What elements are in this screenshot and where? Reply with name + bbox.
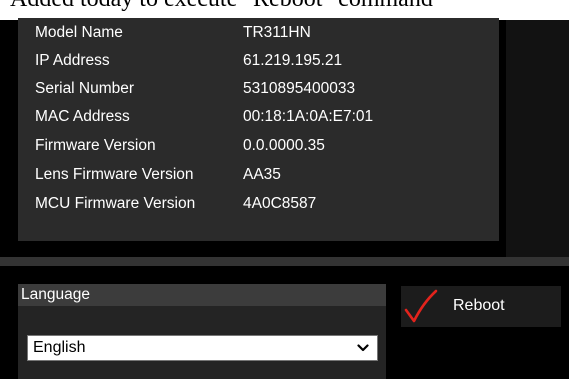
device-info-panel: Model Name TR311HN IP Address 61.219.195… <box>18 18 499 241</box>
mac-address-label: MAC Address <box>35 108 130 125</box>
firmware-version-label: Firmware Version <box>35 137 156 154</box>
model-name-value: TR311HN <box>243 24 311 41</box>
info-row-serial-number: Serial Number 5310895400033 <box>35 80 475 100</box>
info-row-firmware-version: Firmware Version 0.0.0000.35 <box>35 137 475 157</box>
language-selected-value: English <box>33 339 86 356</box>
mcu-firmware-version-label: MCU Firmware Version <box>35 195 196 212</box>
red-check-icon <box>404 289 438 323</box>
mcu-firmware-version-value: 4A0C8587 <box>243 195 317 212</box>
ip-address-value: 61.219.195.21 <box>243 52 343 69</box>
reboot-button[interactable]: Reboot <box>401 286 561 327</box>
serial-number-label: Serial Number <box>35 80 135 97</box>
ip-address-label: IP Address <box>35 52 110 69</box>
info-row-ip-address: IP Address 61.219.195.21 <box>35 52 475 72</box>
chevron-down-icon <box>357 344 369 352</box>
serial-number-value: 5310895400033 <box>243 80 356 97</box>
info-row-model-name: Model Name TR311HN <box>35 24 475 44</box>
language-header: Language <box>18 284 386 306</box>
annotation-caption: Added today to execute "Reboot" command <box>10 0 433 13</box>
right-side-panel <box>506 20 569 257</box>
model-name-label: Model Name <box>35 24 123 41</box>
info-row-mcu-firmware-version: MCU Firmware Version 4A0C8587 <box>35 195 475 215</box>
device-settings-page: Added today to execute "Reboot" command … <box>0 0 569 379</box>
info-row-mac-address: MAC Address 00:18:1A:0A:E7:01 <box>35 108 475 128</box>
reboot-label: Reboot <box>453 297 505 314</box>
language-select[interactable]: English <box>27 335 378 361</box>
language-title: Language <box>21 286 90 303</box>
firmware-version-value: 0.0.0000.35 <box>243 137 325 154</box>
info-row-lens-firmware-version: Lens Firmware Version AA35 <box>35 166 475 186</box>
section-divider <box>0 257 569 266</box>
language-panel: Language English <box>18 284 386 379</box>
lens-firmware-version-label: Lens Firmware Version <box>35 166 194 183</box>
mac-address-value: 00:18:1A:0A:E7:01 <box>243 108 374 125</box>
lens-firmware-version-value: AA35 <box>243 166 281 183</box>
annotation-header: Added today to execute "Reboot" command <box>0 0 569 20</box>
